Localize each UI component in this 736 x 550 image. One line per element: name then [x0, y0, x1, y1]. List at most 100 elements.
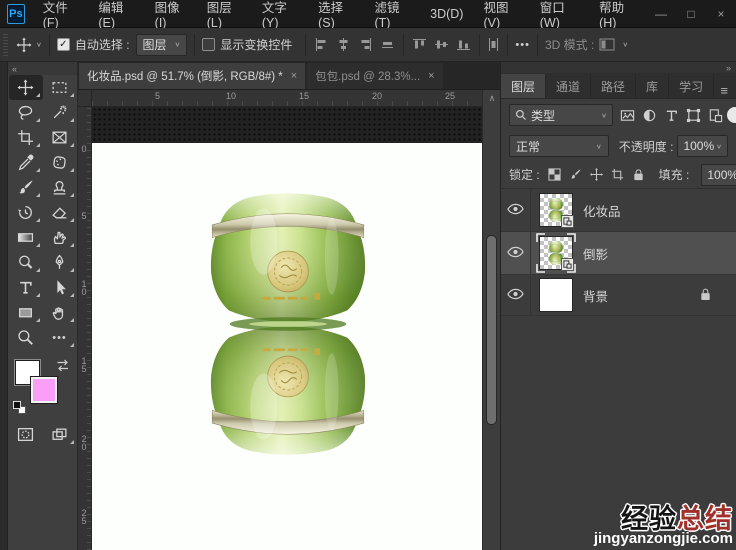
filter-type-dropdown[interactable]: 类型 ∨ — [509, 104, 613, 126]
filter-type-layers-icon[interactable] — [664, 108, 679, 123]
tab-libraries[interactable]: 库 — [636, 74, 670, 98]
visibility-cell[interactable] — [501, 189, 531, 231]
lock-all-icon[interactable] — [632, 168, 645, 181]
tab-layers[interactable]: 图层 — [501, 74, 547, 98]
vertical-ruler[interactable]: 0 5 10 15 20 25 — [78, 90, 92, 550]
lasso-tool[interactable] — [9, 100, 43, 125]
layer-name[interactable]: 背景 — [583, 286, 608, 305]
document-canvas[interactable] — [92, 107, 482, 550]
align-left-edges-icon[interactable] — [315, 38, 328, 51]
menu-file[interactable]: 文件(F) — [33, 0, 89, 30]
visibility-cell[interactable] — [501, 232, 531, 274]
screen-mode-button[interactable] — [43, 422, 77, 447]
move-tool-preset-icon[interactable] — [14, 33, 34, 57]
auto-select-dropdown[interactable]: 图层 ∨ — [135, 33, 188, 56]
quick-mask-button[interactable] — [9, 422, 43, 447]
menu-help[interactable]: 帮助(H) — [589, 0, 646, 30]
align-vertical-centers-icon[interactable] — [435, 38, 449, 51]
move-tool[interactable] — [8, 75, 43, 100]
panel-collapse-button[interactable]: » — [501, 62, 736, 73]
tab-learn[interactable]: 学习 — [669, 74, 715, 98]
menu-filter[interactable]: 滤镜(T) — [364, 0, 420, 30]
marquee-tool[interactable] — [43, 75, 77, 100]
menu-window[interactable]: 窗口(W) — [530, 0, 589, 30]
align-bottom-edges-icon[interactable] — [457, 38, 471, 51]
layer-thumbnail[interactable] — [539, 278, 573, 312]
align-right-edges-icon[interactable] — [359, 38, 372, 51]
opacity-value-dropdown[interactable]: 100% ∨ — [677, 135, 728, 157]
tab-close-icon[interactable]: × — [428, 70, 434, 82]
chevron-down-icon[interactable]: ∨ — [36, 41, 42, 48]
tab-paths[interactable]: 路径 — [591, 74, 637, 98]
default-colors-icon[interactable] — [12, 401, 26, 414]
panel-menu-icon[interactable]: ≡ — [720, 83, 736, 98]
eraser-tool[interactable] — [43, 200, 77, 225]
menu-select[interactable]: 选择(S) — [308, 0, 364, 30]
tools-collapse-button[interactable]: « — [8, 62, 77, 75]
lock-artboard-icon[interactable] — [611, 168, 624, 181]
swap-colors-icon[interactable] — [55, 358, 71, 373]
layer-row-daoying[interactable]: 倒影 — [501, 232, 736, 275]
eyedropper-tool[interactable] — [9, 150, 43, 175]
lock-image-pixels-icon[interactable] — [569, 168, 582, 181]
tab-close-icon[interactable]: × — [291, 70, 297, 82]
filter-pixel-layers-icon[interactable] — [620, 108, 635, 123]
edit-toolbar-button[interactable]: ••• — [43, 325, 77, 350]
distribute-vertical-icon[interactable] — [487, 38, 500, 51]
menu-image[interactable]: 图像(I) — [145, 0, 197, 30]
frame-tool[interactable] — [43, 125, 77, 150]
tab-baobao[interactable]: 包包.psd @ 28.3%... × — [307, 63, 443, 89]
dodge-tool[interactable] — [9, 250, 43, 275]
scroll-up-icon[interactable]: ∧ — [483, 93, 501, 104]
quick-selection-tool[interactable] — [43, 100, 77, 125]
eye-icon[interactable] — [507, 203, 524, 218]
lock-position-icon[interactable] — [589, 168, 603, 181]
align-horizontal-centers-icon[interactable] — [337, 38, 350, 51]
fill-value-dropdown[interactable]: 100% ∨ — [701, 163, 736, 186]
layer-name[interactable]: 化妆品 — [583, 201, 621, 220]
layer-row-beijing[interactable]: 背景 — [501, 275, 736, 316]
eye-icon[interactable] — [507, 246, 524, 261]
align-top-edges-icon[interactable] — [413, 38, 427, 51]
minimize-button[interactable]: — — [646, 0, 676, 28]
3d-mode-icon[interactable] — [599, 38, 615, 51]
show-transform-checkbox[interactable] — [202, 38, 216, 51]
crop-tool[interactable] — [9, 125, 43, 150]
clone-stamp-tool[interactable] — [43, 175, 77, 200]
vertical-scrollbar[interactable]: ∧ — [482, 90, 500, 550]
filter-adjustment-layers-icon[interactable] — [642, 108, 657, 123]
filter-smart-objects-icon[interactable] — [708, 108, 723, 123]
path-selection-tool[interactable] — [43, 275, 77, 300]
menu-view[interactable]: 视图(V) — [473, 0, 529, 30]
lock-transparent-pixels-icon[interactable] — [548, 168, 561, 181]
layer-row-huazhuangpin[interactable]: 化妆品 — [501, 189, 736, 232]
healing-patch-tool[interactable] — [43, 150, 77, 175]
menu-edit[interactable]: 编辑(E) — [88, 0, 144, 30]
maximize-button[interactable]: □ — [676, 0, 706, 28]
type-tool[interactable] — [9, 275, 43, 300]
zoom-tool[interactable] — [9, 325, 43, 350]
gradient-tool[interactable] — [9, 225, 43, 250]
history-brush-tool[interactable] — [9, 200, 43, 225]
horizontal-ruler[interactable]: 5 10 15 20 25 — [92, 90, 482, 107]
shape-tool[interactable] — [9, 300, 43, 325]
brush-tool[interactable] — [9, 175, 43, 200]
smudge-tool[interactable] — [43, 225, 77, 250]
visibility-cell[interactable] — [501, 275, 531, 315]
scrollbar-thumb[interactable] — [486, 235, 497, 425]
tab-channels[interactable]: 通道 — [546, 74, 592, 98]
auto-select-checkbox[interactable]: ✓ — [56, 38, 70, 51]
layer-name[interactable]: 倒影 — [583, 244, 608, 263]
distribute-horizontal-icon[interactable] — [381, 38, 394, 51]
menu-layer[interactable]: 图层(L) — [197, 0, 252, 30]
menu-3d[interactable]: 3D(D) — [420, 0, 473, 28]
eye-icon[interactable] — [507, 288, 524, 303]
more-options-button[interactable]: ••• — [515, 39, 530, 51]
close-button[interactable]: × — [706, 0, 736, 28]
tab-huazhuangpin[interactable]: 化妆品.psd @ 51.7% (倒影, RGB/8#) * × — [79, 63, 306, 89]
hand-tool[interactable] — [43, 300, 77, 325]
menu-type[interactable]: 文字(Y) — [252, 0, 308, 30]
background-color-swatch[interactable] — [29, 376, 58, 404]
blend-mode-dropdown[interactable]: 正常 ∨ — [509, 135, 609, 157]
filter-shape-layers-icon[interactable] — [686, 108, 701, 123]
